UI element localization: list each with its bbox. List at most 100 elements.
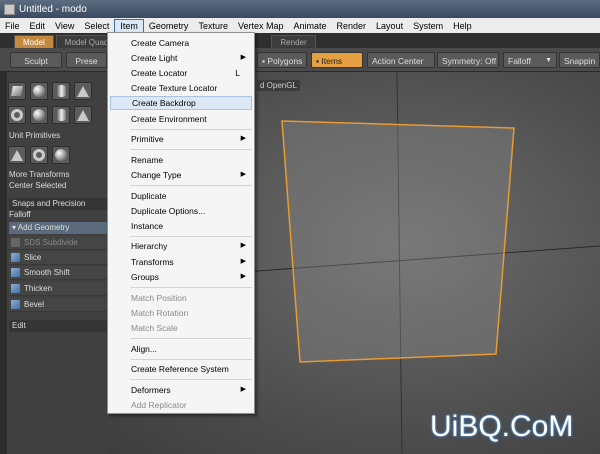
submenu-arrow-icon: ▶ — [240, 258, 246, 265]
menu-separator — [130, 287, 252, 288]
cylinder-primitive-button[interactable] — [52, 82, 70, 100]
move-tool-button[interactable] — [8, 146, 26, 164]
edit-section[interactable]: Edit — [9, 320, 107, 332]
menu-match-rotation[interactable]: Match Rotation — [110, 306, 252, 320]
window-title: Untitled - modo — [19, 3, 87, 15]
capsule-icon — [33, 109, 45, 121]
submenu-arrow-icon: ▶ — [240, 273, 246, 280]
menu-create-backdrop[interactable]: Create Backdrop — [110, 96, 252, 110]
menu-bar: File Edit View Select Item Geometry Text… — [0, 18, 600, 33]
cone-icon — [77, 85, 89, 97]
smooth-shift-item[interactable]: Smooth Shift — [9, 266, 107, 280]
rotate-tool-button[interactable] — [30, 146, 48, 164]
backdrop-plane[interactable] — [281, 120, 515, 363]
menu-create-light[interactable]: Create Light ▶ — [110, 51, 252, 65]
sphere-icon — [33, 85, 45, 97]
menu-help[interactable]: Help — [448, 19, 477, 33]
tube-primitive-button[interactable] — [52, 106, 70, 124]
bevel-item[interactable]: Bevel — [9, 298, 107, 312]
menu-create-texture-locator[interactable]: Create Texture Locator — [110, 81, 252, 95]
menu-layout[interactable]: Layout — [371, 19, 408, 33]
menu-rename[interactable]: Rename — [110, 153, 252, 167]
slice-icon — [11, 253, 20, 262]
menu-vertex-map[interactable]: Vertex Map — [233, 19, 289, 33]
menu-create-environment[interactable]: Create Environment — [110, 112, 252, 126]
menu-hierarchy[interactable]: Hierarchy ▶ — [110, 239, 252, 253]
watermark-text: UiBQ.CoM — [430, 410, 574, 443]
tab-model[interactable]: Model — [14, 35, 54, 48]
pen-primitive-button[interactable] — [74, 106, 92, 124]
menu-align[interactable]: Align... — [110, 342, 252, 356]
menu-create-camera[interactable]: Create Camera — [110, 36, 252, 50]
add-geometry-section[interactable]: ▾ Add Geometry — [9, 222, 107, 234]
capsule-primitive-button[interactable] — [30, 106, 48, 124]
polygons-button[interactable]: ▪ Polygons — [257, 52, 307, 68]
scale-tool-button[interactable] — [52, 146, 70, 164]
menu-instance[interactable]: Instance — [110, 219, 252, 233]
snapping-button[interactable]: Snappin — [559, 52, 600, 68]
snaps-precision-section[interactable]: Snaps and Precision — [9, 198, 107, 210]
menu-separator — [130, 185, 252, 186]
menu-select[interactable]: Select — [79, 19, 114, 33]
menu-render[interactable]: Render — [332, 19, 372, 33]
items-button[interactable]: ▪ Items — [311, 52, 363, 68]
submenu-arrow-icon: ▶ — [240, 171, 246, 178]
action-center-dropdown[interactable]: Action Center▼ — [367, 52, 435, 68]
transform-tools-row — [8, 146, 70, 164]
menu-view[interactable]: View — [50, 19, 79, 33]
menu-create-locator[interactable]: Create Locator L — [110, 66, 252, 80]
cube-icon — [11, 86, 23, 96]
menu-change-type[interactable]: Change Type ▶ — [110, 168, 252, 182]
menu-texture[interactable]: Texture — [193, 19, 233, 33]
menu-separator — [130, 236, 252, 237]
thicken-item[interactable]: Thicken — [9, 282, 107, 296]
smooth-shift-icon — [11, 268, 20, 277]
menu-separator — [130, 149, 252, 150]
falloff-label[interactable]: Falloff — [9, 210, 31, 219]
menu-primitive[interactable]: Primitive ▶ — [110, 132, 252, 146]
thicken-icon — [11, 284, 20, 293]
cone-primitive-button[interactable] — [74, 82, 92, 100]
move-icon — [11, 149, 23, 161]
menu-geometry[interactable]: Geometry — [144, 19, 194, 33]
menu-edit[interactable]: Edit — [25, 19, 51, 33]
menu-transforms[interactable]: Transforms ▶ — [110, 255, 252, 269]
primitive-row-2 — [8, 106, 92, 124]
menu-duplicate[interactable]: Duplicate — [110, 189, 252, 203]
unit-primitives-label[interactable]: Unit Primitives — [9, 131, 60, 140]
menu-duplicate-options[interactable]: Duplicate Options... — [110, 204, 252, 218]
item-menu-dropdown: Create Camera Create Light ▶ Create Locat… — [107, 32, 255, 414]
rotate-icon — [33, 149, 45, 161]
tube-icon — [56, 109, 66, 121]
torus-icon — [11, 109, 23, 121]
torus-primitive-button[interactable] — [8, 106, 26, 124]
sculpt-button[interactable]: Sculpt — [10, 52, 62, 68]
cylinder-icon — [56, 85, 66, 97]
menu-animate[interactable]: Animate — [288, 19, 331, 33]
sds-subdivide-item[interactable]: SDS Subdivide — [9, 236, 107, 250]
cube-primitive-button[interactable] — [8, 82, 26, 100]
tool-panel: Unit Primitives More Transforms Center S… — [0, 72, 107, 454]
symmetry-dropdown[interactable]: Symmetry: Off▼ — [437, 52, 499, 68]
panel-edge — [0, 72, 7, 454]
falloff-dropdown[interactable]: Falloff ▼ — [503, 52, 557, 68]
layout-tab-bar: Model Model Quad Render — [0, 33, 600, 48]
menu-deformers[interactable]: Deformers ▶ — [110, 383, 252, 397]
menu-match-scale[interactable]: Match Scale — [110, 321, 252, 335]
menu-separator — [130, 359, 252, 360]
menu-item[interactable]: Item — [114, 18, 144, 33]
menu-match-position[interactable]: Match Position — [110, 291, 252, 305]
more-transforms-label[interactable]: More Transforms — [9, 170, 69, 179]
sphere-primitive-button[interactable] — [30, 82, 48, 100]
tab-render[interactable]: Render — [271, 35, 316, 48]
preset-button[interactable]: Prese — [66, 52, 107, 68]
menu-file[interactable]: File — [0, 19, 25, 33]
center-selected-label[interactable]: Center Selected — [9, 181, 66, 190]
menu-groups[interactable]: Groups ▶ — [110, 270, 252, 284]
menu-separator — [130, 129, 252, 130]
bevel-icon — [11, 300, 20, 309]
slice-item[interactable]: Slice — [9, 251, 107, 265]
menu-add-replicator[interactable]: Add Replicator — [110, 398, 252, 412]
menu-create-reference-system[interactable]: Create Reference System — [110, 362, 252, 376]
menu-system[interactable]: System — [408, 19, 448, 33]
